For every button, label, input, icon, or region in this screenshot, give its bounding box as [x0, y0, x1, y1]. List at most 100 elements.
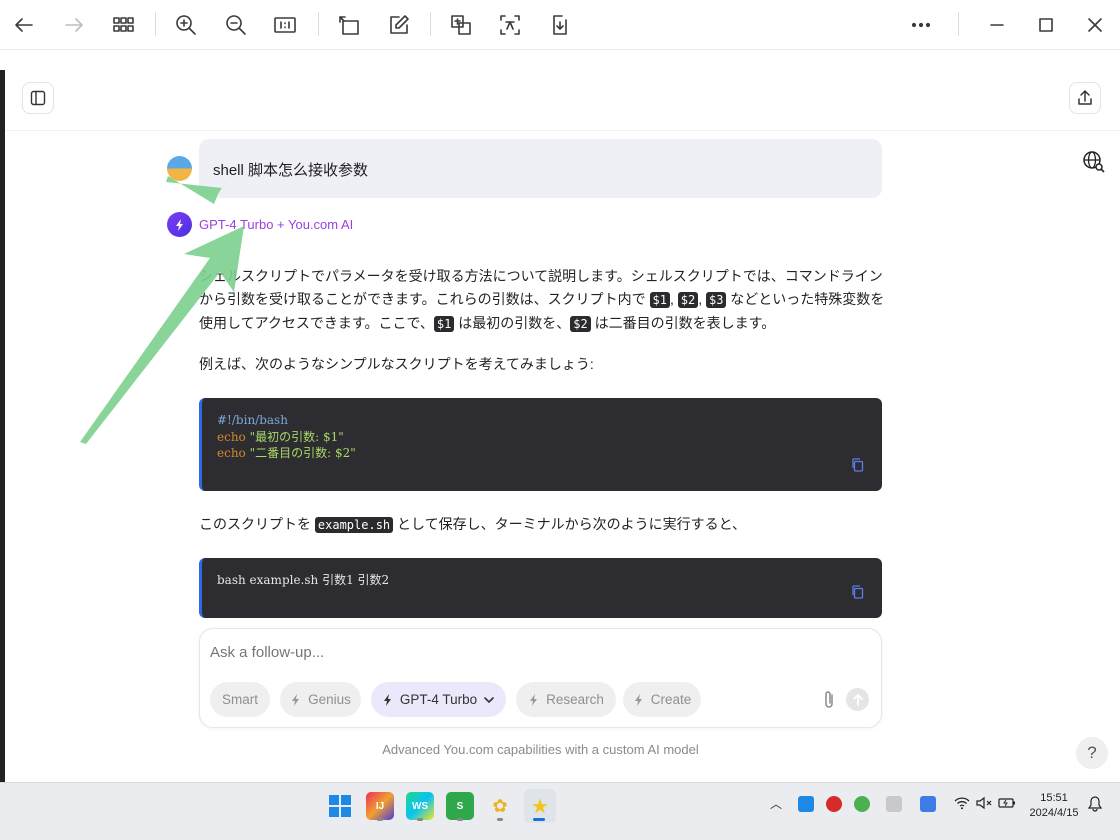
answer-text: ,: [669, 291, 678, 307]
inline-code: $1: [649, 292, 670, 308]
mode-chip-create[interactable]: Create: [623, 682, 701, 717]
inline-code: $3: [705, 292, 727, 308]
chevron-up-icon[interactable]: ︿: [770, 795, 782, 812]
text-recognize-icon[interactable]: [494, 9, 526, 41]
answer-paragraph-2: 例えば、次のようなシンプルなスクリプトを考えてみましょう:: [199, 356, 594, 372]
paperclip-icon[interactable]: [819, 689, 839, 711]
chip-label: Create: [650, 692, 692, 707]
user-message-bubble: shell 脚本怎么接收参数: [199, 139, 882, 198]
chevron-down-icon: [484, 696, 494, 703]
windows-start-icon[interactable]: [326, 792, 354, 820]
notepad-plus-icon[interactable]: ✿: [486, 792, 514, 820]
grid-icon[interactable]: [107, 9, 139, 41]
minimize-icon[interactable]: [981, 9, 1013, 41]
tray-app-icon[interactable]: [826, 796, 842, 812]
follow-up-composer: Smart Genius GPT-4 Turbo Research Create: [199, 628, 882, 728]
tray-app-icon[interactable]: [854, 796, 870, 812]
code-line: bash example.sh 引数1 引数2: [217, 573, 390, 587]
notification-bell-icon[interactable]: [1088, 796, 1102, 812]
answer-text: は二番目の引数を表します。: [590, 315, 776, 331]
system-clock[interactable]: 15:51 2024/4/15: [1024, 791, 1084, 821]
tray-app-icon[interactable]: [920, 796, 936, 812]
maximize-icon[interactable]: [1030, 9, 1062, 41]
mode-chip-gpt4-turbo[interactable]: GPT-4 Turbo: [371, 682, 506, 717]
answer-text: は最初の引数を、: [454, 315, 571, 331]
rotate-icon[interactable]: [333, 9, 365, 41]
copy-icon[interactable]: [850, 457, 866, 473]
active-indicator: [533, 818, 545, 821]
zoom-in-icon[interactable]: [170, 9, 202, 41]
lightning-icon: [292, 693, 300, 706]
lightning-icon: [530, 693, 538, 706]
clock-time: 15:51: [1040, 792, 1068, 804]
window-edge: [0, 70, 5, 782]
chip-label: Smart: [221, 692, 258, 707]
help-button[interactable]: ?: [1076, 737, 1108, 769]
header-divider: [5, 130, 1120, 131]
model-footnote: Advanced You.com capabilities with a cus…: [382, 742, 699, 757]
clock-date: 2024/4/15: [1029, 807, 1079, 819]
answer-text: このスクリプトを: [199, 516, 315, 532]
more-icon[interactable]: [905, 9, 937, 41]
arrow-up-icon: [852, 693, 863, 706]
close-icon[interactable]: [1079, 9, 1111, 41]
code-string: "最初の引数: $1": [245, 429, 344, 444]
webstorm-icon[interactable]: WS: [406, 792, 434, 820]
running-indicator: [417, 818, 423, 821]
user-avatar: [167, 156, 192, 181]
running-indicator: [457, 818, 463, 821]
mode-chip-smart[interactable]: Smart: [210, 682, 270, 717]
answer-paragraph-3: このスクリプトを example.sh として保存し、ターミナルから次のように実…: [199, 513, 889, 537]
edit-icon[interactable]: [383, 9, 415, 41]
answer-text: として保存し、ターミナルから次のように実行すると、: [393, 516, 747, 532]
code-string: "二番目の引数: $2": [245, 446, 356, 460]
inline-code: example.sh: [314, 517, 394, 533]
lightning-icon: [634, 693, 642, 706]
code-line: echo "二番目の引数: $2": [217, 445, 867, 462]
code-keyword: echo: [217, 446, 246, 460]
chip-label: Genius: [308, 692, 351, 707]
tray-app-icon[interactable]: [886, 796, 902, 812]
copy-icon[interactable]: [850, 584, 866, 600]
wifi-icon[interactable]: [954, 796, 970, 810]
code-block-1: #!/bin/bash echo "最初の引数: $1" echo "二番目の引…: [199, 398, 882, 491]
viewer-toolbar: [0, 0, 1120, 50]
mode-chip-research[interactable]: Research: [516, 682, 616, 717]
inline-code: $1: [433, 316, 455, 332]
model-avatar: [167, 212, 192, 237]
answer-paragraph-1: シェルスクリプトでパラメータを受け取る方法について説明します。シェルスクリプトで…: [199, 265, 889, 336]
user-message-text: shell 脚本怎么接收参数: [213, 162, 369, 179]
volume-muted-icon[interactable]: [976, 796, 992, 810]
code-keyword: echo: [217, 429, 246, 444]
lightning-icon: [383, 693, 391, 706]
inline-code: $2: [677, 292, 699, 308]
tray-app-icon[interactable]: [798, 796, 814, 812]
back-icon[interactable]: [8, 9, 40, 41]
send-button[interactable]: [846, 688, 869, 711]
taskbar: IJ WS S ✿ ★ ︿ 15:51 2024/4/15: [0, 782, 1120, 840]
chip-label: Research: [546, 692, 604, 707]
running-indicator: [497, 818, 503, 821]
web-search-toggle[interactable]: [1082, 150, 1106, 174]
forward-icon[interactable]: [58, 9, 90, 41]
intellij-idea-icon[interactable]: IJ: [366, 792, 394, 820]
code-line: echo "最初の引数: $1": [217, 429, 867, 446]
mode-chip-genius[interactable]: Genius: [280, 682, 361, 717]
code-block-2: bash example.sh 引数1 引数2: [199, 558, 882, 618]
spreadsheet-app-icon[interactable]: S: [446, 792, 474, 820]
zoom-out-icon[interactable]: [220, 9, 252, 41]
sidebar-icon: [30, 90, 46, 106]
battery-icon[interactable]: [998, 796, 1016, 810]
translate-icon[interactable]: [445, 9, 477, 41]
download-icon[interactable]: [544, 9, 576, 41]
share-icon: [1078, 90, 1092, 105]
help-label: ?: [1087, 743, 1097, 762]
follow-up-input[interactable]: [210, 644, 810, 661]
answer-text: ,: [698, 291, 706, 307]
actual-size-icon[interactable]: [269, 9, 301, 41]
running-indicator: [377, 818, 383, 821]
lightning-icon: [175, 218, 183, 231]
chip-label: GPT-4 Turbo: [399, 692, 478, 707]
share-button[interactable]: [1069, 82, 1101, 114]
sidebar-toggle-button[interactable]: [22, 82, 54, 114]
